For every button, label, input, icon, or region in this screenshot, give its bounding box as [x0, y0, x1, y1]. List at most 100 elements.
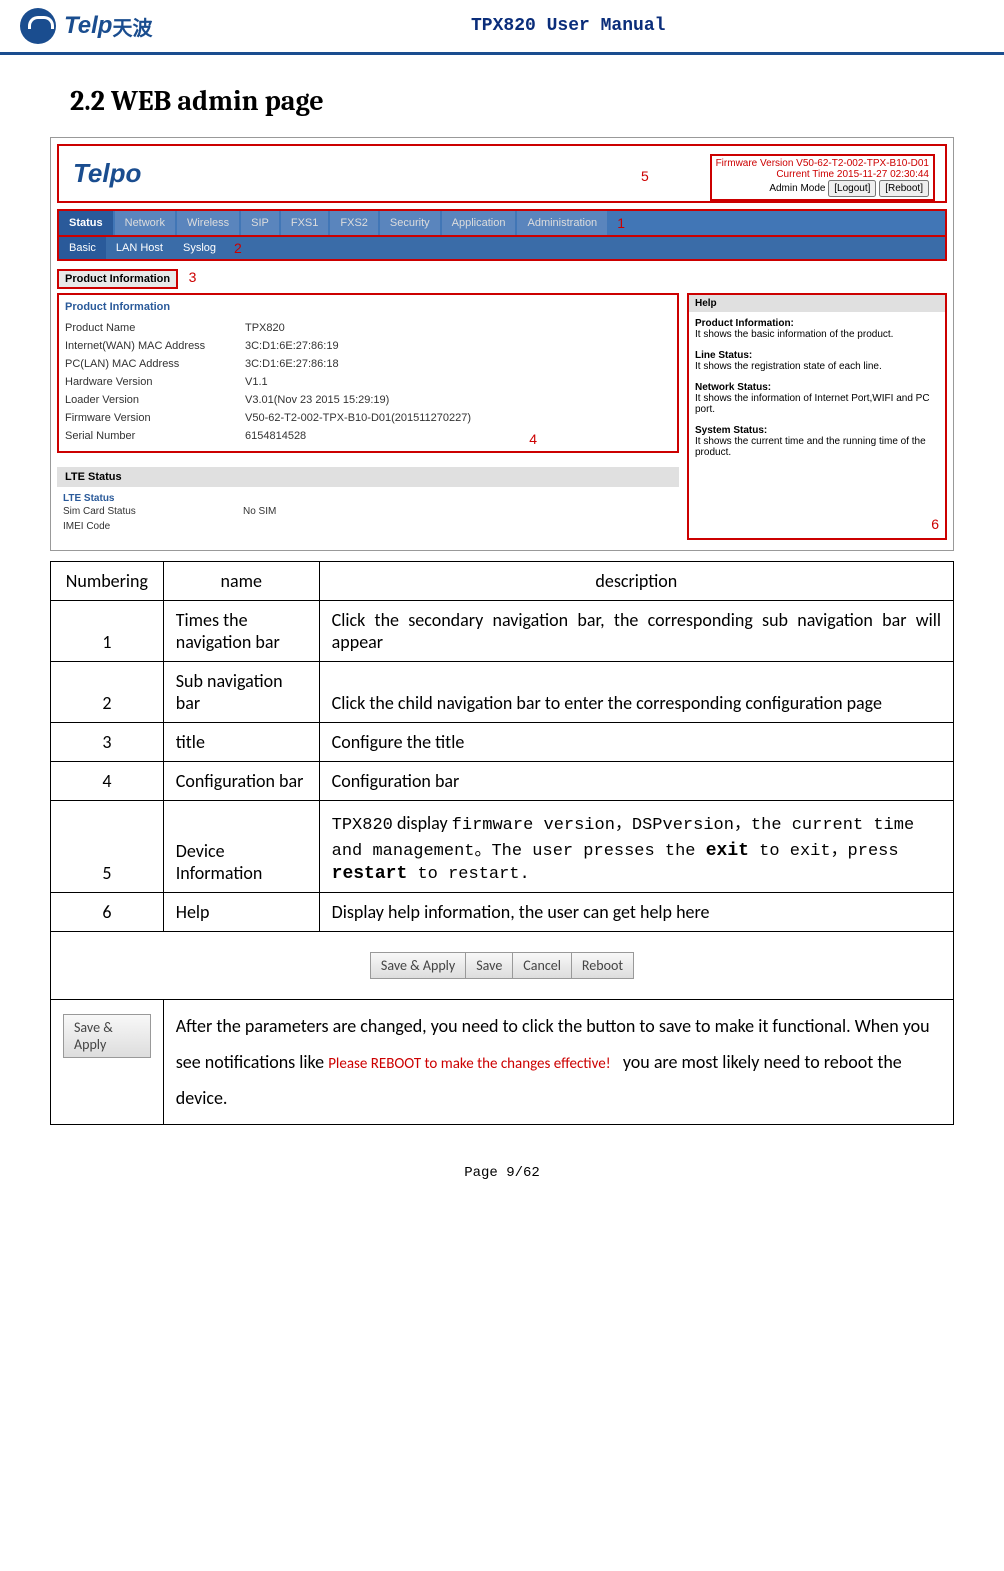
time-line: Current Time 2015-11-27 02:30:44	[716, 169, 929, 180]
reboot-button-row[interactable]: Reboot	[572, 952, 634, 979]
row-label: Product Name	[65, 322, 245, 334]
row3-name: title	[163, 723, 319, 762]
lte-status-head: LTE Status	[57, 467, 679, 487]
row4-desc: Configuration bar	[319, 762, 953, 801]
product-row: Product NameTPX820	[65, 319, 671, 337]
subnav-syslog[interactable]: Syslog	[173, 237, 226, 259]
logo-icon	[20, 8, 56, 44]
row2-num: 2	[51, 662, 164, 723]
product-row: Hardware VersionV1.1	[65, 373, 671, 391]
marker-4: 4	[529, 431, 537, 447]
marker-5: 5	[641, 168, 649, 184]
th-numbering: Numbering	[51, 562, 164, 601]
primary-nav: Status Network Wireless SIP FXS1 FXS2 Se…	[57, 209, 947, 237]
row6-desc: Display help information, the user can g…	[319, 893, 953, 932]
nav-fxs1[interactable]: FXS1	[281, 211, 329, 235]
th-description: description	[319, 562, 953, 601]
row2-desc: Click the child navigation bar to enter …	[319, 662, 953, 723]
nav-fxs2[interactable]: FXS2	[330, 211, 378, 235]
marker-1: 1	[617, 215, 625, 231]
row-label: PC(LAN) MAC Address	[65, 358, 245, 370]
section-heading: 2.2 WEB admin page	[70, 85, 1004, 117]
row-label: Firmware Version	[65, 412, 245, 424]
cancel-button[interactable]: Cancel	[513, 952, 572, 979]
row6-name: Help	[163, 893, 319, 932]
sub-nav: Basic LAN Host Syslog 2	[57, 237, 947, 261]
nav-application[interactable]: Application	[442, 211, 516, 235]
help-head: Help	[689, 295, 945, 312]
nav-network[interactable]: Network	[115, 211, 175, 235]
help-block: Product Information:It shows the basic i…	[695, 318, 939, 340]
help-text: It shows the information of Internet Por…	[695, 393, 939, 415]
subnav-basic[interactable]: Basic	[59, 237, 106, 259]
telpo-logo: Telp 天波	[20, 8, 152, 44]
row-label: Sim Card Status	[63, 506, 243, 517]
row5-num: 5	[51, 801, 164, 893]
help-block: Network Status:It shows the information …	[695, 382, 939, 415]
reboot-button[interactable]: [Reboot]	[879, 180, 929, 197]
help-block: System Status:It shows the current time …	[695, 425, 939, 458]
screenshot-figure: 5 Telpo Firmware Version V50-62-T2-002-T…	[50, 137, 954, 551]
firmware-line: Firmware Version V50-62-T2-002-TPX-B10-D…	[716, 158, 929, 169]
help-title: Product Information:	[695, 318, 939, 329]
row4-name: Configuration bar	[163, 762, 319, 801]
doc-title: TPX820 User Manual	[152, 16, 984, 36]
product-info-subtitle: Product Information	[65, 301, 671, 313]
subnav-lanhost[interactable]: LAN Host	[106, 237, 173, 259]
admin-mode-label: Admin Mode	[769, 183, 825, 194]
nav-sip[interactable]: SIP	[241, 211, 279, 235]
help-text: It shows the basic information of the pr…	[695, 329, 939, 340]
nav-security[interactable]: Security	[380, 211, 440, 235]
row4-num: 4	[51, 762, 164, 801]
logo-text: Telp	[64, 12, 112, 40]
marker-3: 3	[189, 269, 197, 285]
row3-desc: Configure the title	[319, 723, 953, 762]
lte-status-sub: LTE Status	[63, 493, 673, 504]
row-value: V50-62-T2-002-TPX-B10-D01(201511270227)	[245, 412, 471, 424]
help-title: Network Status:	[695, 382, 939, 393]
product-info-panel: Product Information Product NameTPX820In…	[57, 293, 679, 453]
nav-administration[interactable]: Administration	[517, 211, 607, 235]
row1-desc: Click the secondary navigation bar, the …	[319, 601, 953, 662]
row-label: Internet(WAN) MAC Address	[65, 340, 245, 352]
lte-row: IMEI Code	[63, 519, 673, 534]
row-value: No SIM	[243, 506, 276, 517]
row-value: V1.1	[245, 376, 268, 388]
save-apply-cell: Save & Apply	[51, 1000, 164, 1125]
nav-wireless[interactable]: Wireless	[177, 211, 239, 235]
row3-num: 3	[51, 723, 164, 762]
save-button[interactable]: Save	[466, 952, 513, 979]
row-value: TPX820	[245, 322, 285, 334]
th-name: name	[163, 562, 319, 601]
product-row: Serial Number6154814528	[65, 427, 671, 445]
document-header: Telp 天波 TPX820 User Manual	[0, 0, 1004, 55]
lte-row: Sim Card StatusNo SIM	[63, 504, 673, 519]
save-apply-single-button[interactable]: Save & Apply	[63, 1014, 151, 1058]
row1-name: Times the navigation bar	[163, 601, 319, 662]
legend-table: Numbering name description 1 Times the n…	[50, 561, 954, 1125]
product-info-title: Product Information	[57, 269, 178, 289]
help-title: Line Status:	[695, 350, 939, 361]
row5-name: Device Information	[163, 801, 319, 893]
logo-cn: 天波	[112, 12, 152, 41]
row-label: IMEI Code	[63, 521, 243, 532]
row-label: Hardware Version	[65, 376, 245, 388]
nav-status[interactable]: Status	[59, 211, 113, 235]
row-value: 3C:D1:6E:27:86:19	[245, 340, 339, 352]
button-row-figure: Save & ApplySaveCancelReboot	[51, 932, 954, 1000]
screenshot-logo: Telpo	[69, 154, 145, 193]
help-block: Line Status:It shows the registration st…	[695, 350, 939, 372]
logout-button[interactable]: [Logout]	[828, 180, 876, 197]
row1-num: 1	[51, 601, 164, 662]
row-value: 3C:D1:6E:27:86:18	[245, 358, 339, 370]
row-value: 6154814528	[245, 430, 306, 442]
product-row: Internet(WAN) MAC Address3C:D1:6E:27:86:…	[65, 337, 671, 355]
product-row: Firmware VersionV50-62-T2-002-TPX-B10-D0…	[65, 409, 671, 427]
product-row: Loader VersionV3.01(Nov 23 2015 15:29:19…	[65, 391, 671, 409]
save-apply-button[interactable]: Save & Apply	[370, 952, 466, 979]
product-row: PC(LAN) MAC Address3C:D1:6E:27:86:18	[65, 355, 671, 373]
row6-num: 6	[51, 893, 164, 932]
row-label: Loader Version	[65, 394, 245, 406]
help-text: It shows the registration state of each …	[695, 361, 939, 372]
row-value: V3.01(Nov 23 2015 15:29:19)	[245, 394, 389, 406]
